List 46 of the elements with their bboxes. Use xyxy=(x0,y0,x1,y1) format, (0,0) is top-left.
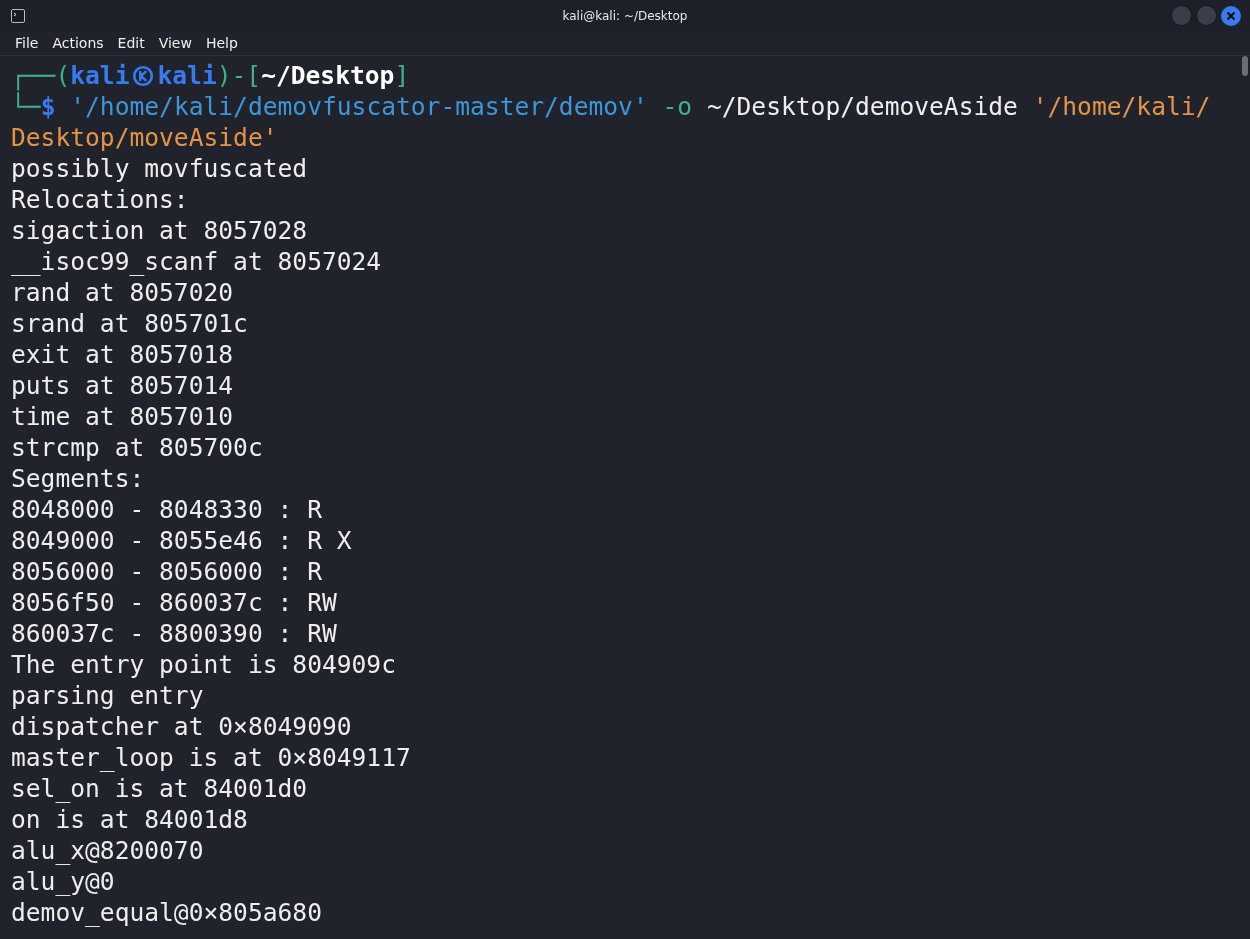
scrollbar-thumb[interactable] xyxy=(1242,56,1248,76)
prompt-frame: )-[ xyxy=(216,61,262,90)
output-line: dispatcher at 0×8049090 xyxy=(11,711,353,742)
menu-item[interactable]: Actions xyxy=(52,35,104,51)
output-line: The entry point is 804909c xyxy=(11,649,397,680)
prompt-user: kali xyxy=(70,61,130,90)
output-line: Segments: xyxy=(11,463,146,494)
output-line: srand at 805701c xyxy=(11,308,249,339)
menu-item[interactable]: View xyxy=(158,35,192,51)
output-line: alu_y@0 xyxy=(11,866,116,897)
output-line: parsing entry xyxy=(11,680,205,711)
output-line: __isoc99_scanf at 8057024 xyxy=(11,246,383,277)
minimize-button[interactable] xyxy=(1171,5,1192,26)
output-line: strcmp at 805700c xyxy=(11,432,264,463)
close-button[interactable] xyxy=(1221,5,1241,26)
prompt-symbol: $ xyxy=(40,92,56,121)
terminal-icon xyxy=(11,8,25,23)
command-text: '/home/kali/demovfuscator-master/demov' -o ~/Desktop/demoveAside '/home/kali/ xyxy=(70,92,1211,121)
output-line: 860037c - 8800390 : RW xyxy=(11,618,338,649)
output-line: alu_x@8200070 xyxy=(11,835,205,866)
output-line: on is at 84001d8 xyxy=(11,804,249,835)
menu-item[interactable]: Help xyxy=(205,35,238,51)
output-line: possibly movfuscated xyxy=(11,153,309,184)
output-line: exit at 8057018 xyxy=(11,339,235,370)
command-text: Desktop/moveAside' xyxy=(11,123,278,152)
output-line: demov_equal@0×805a680 xyxy=(11,897,323,928)
output-line: 8056f50 - 860037c : RW xyxy=(11,587,338,618)
output-line: 8049000 - 8055e46 : R X xyxy=(11,525,353,556)
output-line: rand at 8057020 xyxy=(11,277,235,308)
prompt-frame: └─ xyxy=(11,92,41,121)
prompt-frame: ┌──( xyxy=(11,61,71,90)
output-line: sigaction at 8057028 xyxy=(11,215,309,246)
output-line: puts at 8057014 xyxy=(11,370,235,401)
prompt-host: kali xyxy=(157,61,217,90)
window-title: kali@kali: ~/Desktop xyxy=(562,8,688,23)
output-line: time at 8057010 xyxy=(11,401,235,432)
output-line: 8048000 - 8048330 : R xyxy=(11,494,323,525)
menu-item[interactable]: File xyxy=(15,35,39,51)
output-line: sel_on is at 84001d0 xyxy=(11,773,309,804)
output-line: Relocations: xyxy=(11,184,190,215)
output-line: 8056000 - 8056000 : R xyxy=(11,556,323,587)
output-line: master_loop is at 0×8049117 xyxy=(11,742,412,773)
circled-symbol-icon xyxy=(132,65,155,87)
prompt-directory: ~/Desktop xyxy=(261,61,395,90)
menu-item[interactable]: Edit xyxy=(117,35,145,51)
prompt-frame: ] xyxy=(394,61,410,90)
